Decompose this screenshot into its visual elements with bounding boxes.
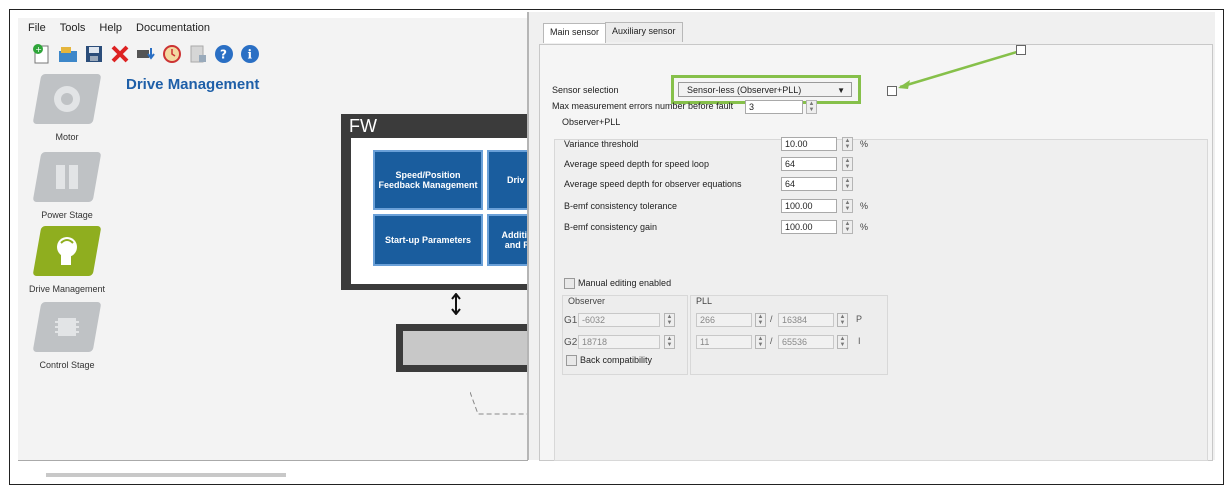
manual-editing-checkbox[interactable] — [564, 278, 575, 289]
param-label-observer-depth: Average speed depth for observer equatio… — [564, 179, 742, 189]
menu-file[interactable]: File — [28, 22, 46, 38]
pll-p-denominator-input[interactable]: 16384 — [778, 313, 834, 327]
fw-startup-parameters-button[interactable]: Start-up Parameters — [373, 214, 483, 266]
sensor-selection-dropdown[interactable]: Sensor-less (Observer+PLL) ▼ — [678, 82, 852, 97]
g1-label: G1 — [564, 315, 578, 326]
menu-tools[interactable]: Tools — [60, 22, 86, 38]
param-label-bemf-tolerance: B-emf consistency tolerance — [564, 201, 678, 211]
svg-text:+: + — [35, 45, 42, 54]
export-icon[interactable] — [186, 42, 210, 66]
bemf-tolerance-input[interactable]: 100.00 — [781, 199, 837, 213]
open-icon[interactable] — [56, 42, 80, 66]
g2-input[interactable]: 18718 — [578, 335, 660, 349]
p-label: P — [856, 314, 863, 324]
nav-item-drive-management[interactable]: Drive Management — [22, 226, 112, 294]
chevron-down-icon: ▼ — [837, 86, 845, 95]
menu-help[interactable]: Help — [99, 22, 122, 38]
param-label-speed-loop-depth: Average speed depth for speed loop — [564, 159, 709, 169]
fw-block-diagram: FW Speed/Position Feedback Management Dr… — [341, 114, 551, 290]
pll-p-numerator-spinner[interactable]: ▲ ▼ — [755, 313, 766, 327]
help-icon[interactable]: ? — [212, 42, 236, 66]
toolbar: + ? i — [30, 40, 262, 68]
delete-icon[interactable] — [108, 42, 132, 66]
variance-threshold-input[interactable]: 10.00 — [781, 137, 837, 151]
pll-p-denominator-spinner[interactable]: ▲ ▼ — [837, 313, 848, 327]
callout-marker-end — [1016, 45, 1026, 55]
tab-main-sensor[interactable]: Main sensor — [543, 23, 607, 43]
observer-title: Observer — [568, 296, 606, 306]
manual-editing-label: Manual editing enabled — [578, 278, 672, 288]
pll-i-numerator-spinner[interactable]: ▲ ▼ — [755, 335, 766, 349]
new-icon[interactable]: + — [30, 42, 54, 66]
observer-pll-title: Observer+PLL — [562, 117, 621, 127]
clock-icon[interactable] — [160, 42, 184, 66]
pll-i-denominator-spinner[interactable]: ▲ ▼ — [837, 335, 848, 349]
variance-threshold-spinner[interactable]: ▲ ▼ — [842, 137, 853, 151]
pll-i-denominator-input[interactable]: 65536 — [778, 335, 834, 349]
g1-input[interactable]: -6032 — [578, 313, 660, 327]
param-label-bemf-gain: B-emf consistency gain — [564, 222, 658, 232]
nav-label-power-stage: Power Stage — [41, 210, 93, 220]
svg-text:?: ? — [220, 48, 227, 62]
back-compatibility-checkbox[interactable] — [566, 355, 577, 366]
motor-icon — [32, 74, 102, 124]
nav-label-control-stage: Control Stage — [39, 360, 95, 370]
main-application: File Tools Help Documentation + ? i Moto… — [18, 18, 556, 477]
info-icon[interactable]: i — [238, 42, 262, 66]
observer-depth-input[interactable]: 64 — [781, 177, 837, 191]
sensor-selection-label: Sensor selection — [552, 85, 619, 95]
horizontal-scrollbar[interactable] — [46, 473, 286, 477]
variance-threshold-unit: % — [860, 139, 869, 149]
max-errors-spinner[interactable]: ▲ ▼ — [806, 100, 817, 114]
fw-label: FW — [349, 116, 377, 136]
g2-spinner[interactable]: ▲ ▼ — [664, 335, 675, 349]
callout-arrow — [898, 49, 1021, 89]
bemf-tolerance-spinner[interactable]: ▲ ▼ — [842, 199, 853, 213]
i-label: I — [858, 336, 861, 346]
pll-p-slash: / — [770, 314, 773, 324]
power-stage-icon — [32, 152, 102, 202]
pll-i-slash: / — [770, 336, 773, 346]
nav-label-drive-management: Drive Management — [28, 284, 106, 294]
bemf-gain-input[interactable]: 100.00 — [781, 220, 837, 234]
speed-loop-depth-spinner[interactable]: ▲ ▼ — [842, 157, 853, 171]
max-errors-label: Max measurement errors number before fau… — [552, 101, 734, 111]
double-arrow-connector — [451, 293, 461, 315]
nav-item-power-stage[interactable]: Power Stage — [22, 152, 112, 220]
dashed-connector — [470, 391, 530, 415]
menu-bar: File Tools Help Documentation — [28, 22, 210, 38]
bemf-tolerance-unit: % — [860, 201, 869, 211]
pll-i-numerator-input[interactable]: 11 — [696, 335, 752, 349]
menu-documentation[interactable]: Documentation — [136, 22, 210, 38]
max-errors-input[interactable]: 3 — [745, 100, 803, 114]
tab-auxiliary-sensor[interactable]: Auxiliary sensor — [605, 22, 683, 42]
speed-loop-depth-input[interactable]: 64 — [781, 157, 837, 171]
sensor-settings-dialog: Main sensor Auxiliary sensor Sensor sele… — [527, 12, 1215, 461]
control-stage-icon — [32, 302, 102, 352]
main-sensor-panel: Sensor selection Sensor-less (Observer+P… — [539, 44, 1213, 461]
pll-title: PLL — [696, 296, 713, 306]
nav-label-motor: Motor — [55, 132, 79, 142]
save-icon[interactable] — [82, 42, 106, 66]
sensor-selection-value: Sensor-less (Observer+PLL) — [687, 85, 802, 95]
g2-label: G2 — [564, 337, 578, 348]
bemf-gain-spinner[interactable]: ▲ ▼ — [842, 220, 853, 234]
back-compatibility-label: Back compatibility — [580, 355, 653, 365]
svg-text:i: i — [248, 48, 253, 62]
observer-depth-spinner[interactable]: ▲ ▼ — [842, 177, 853, 191]
tab-bar: Main sensor Auxiliary sensor — [543, 22, 683, 43]
page-title: Drive Management — [126, 76, 260, 93]
param-label-variance-threshold: Variance threshold — [564, 139, 639, 149]
drive-management-icon — [32, 226, 102, 276]
download-chip-icon[interactable] — [134, 42, 158, 66]
fw-speed-position-button[interactable]: Speed/Position Feedback Management — [373, 150, 483, 210]
pll-p-numerator-input[interactable]: 266 — [696, 313, 752, 327]
g1-spinner[interactable]: ▲ ▼ — [664, 313, 675, 327]
sidebar-nav: Motor Power Stage Drive Management Contr… — [22, 74, 112, 394]
nav-item-control-stage[interactable]: Control Stage — [22, 302, 112, 370]
bemf-gain-unit: % — [860, 222, 869, 232]
nav-item-motor[interactable]: Motor — [22, 74, 112, 142]
